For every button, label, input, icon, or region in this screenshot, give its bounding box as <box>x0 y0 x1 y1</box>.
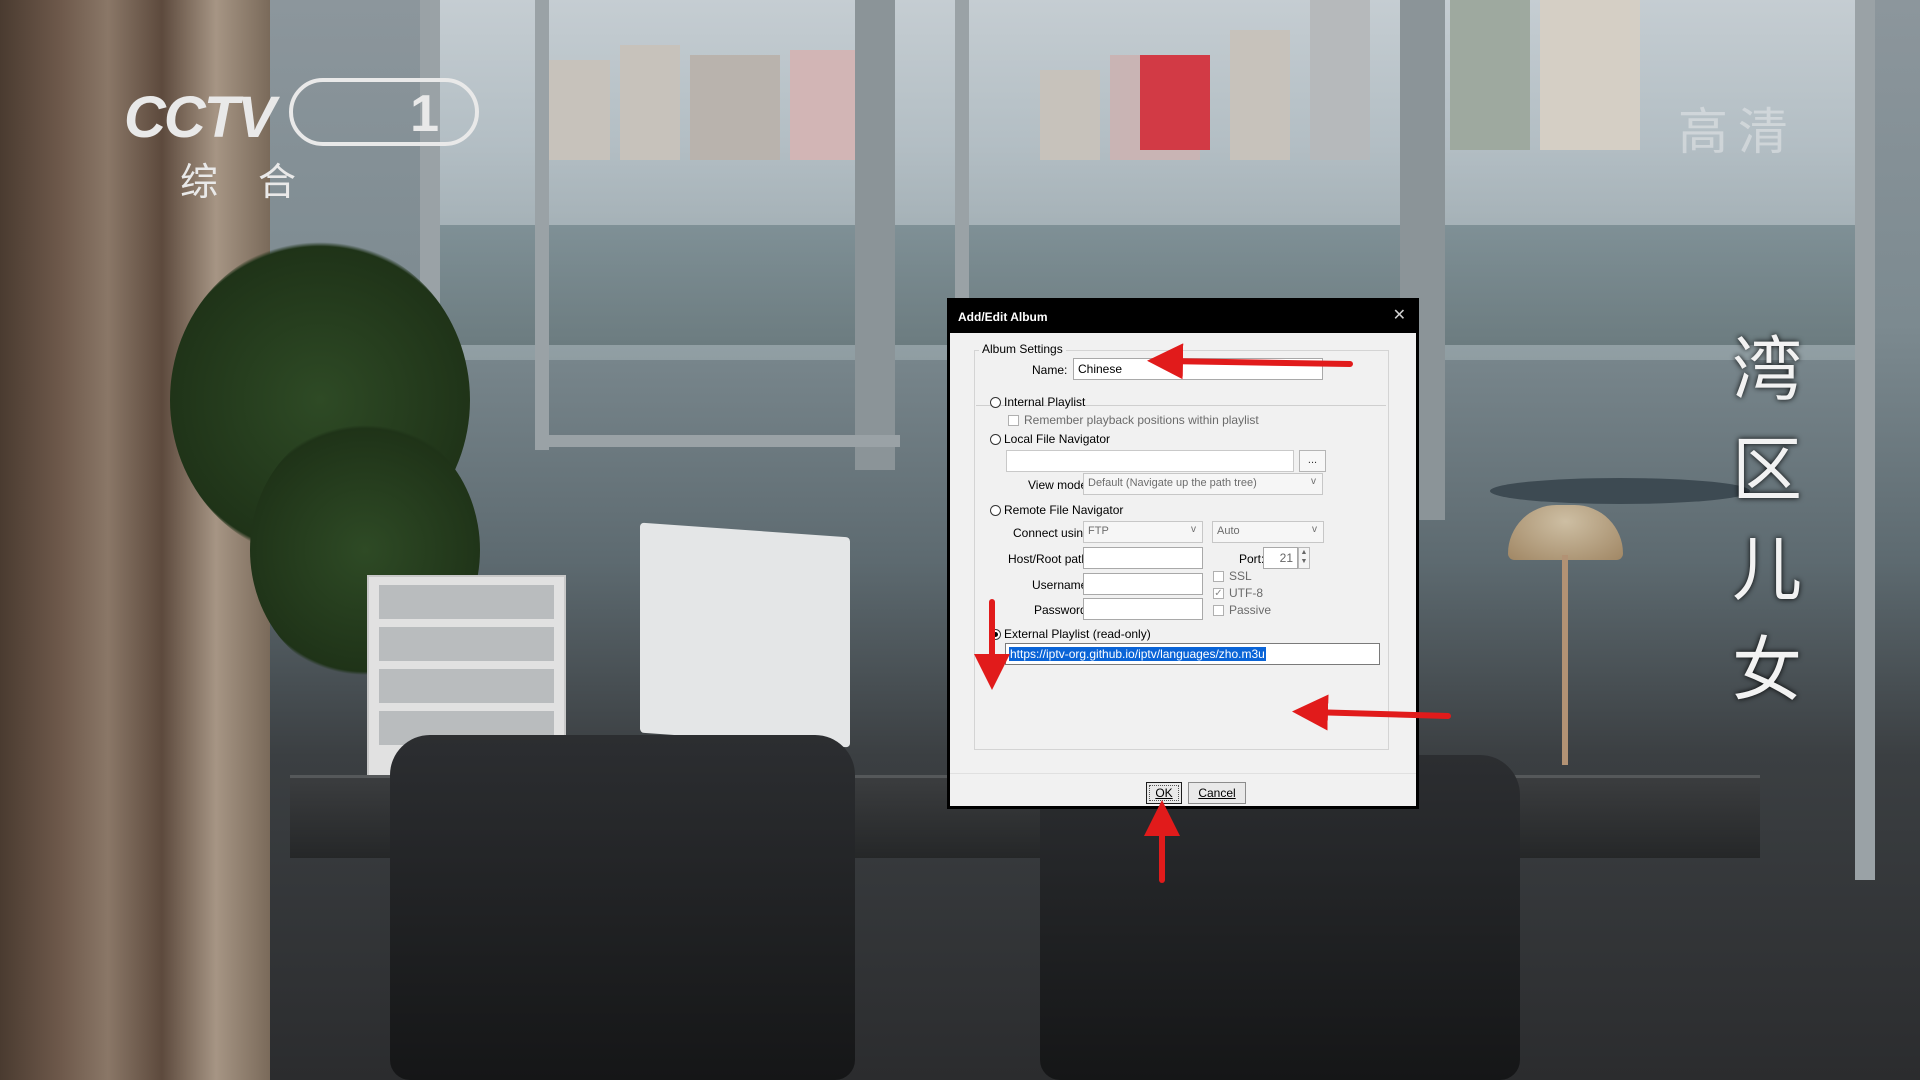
password-field[interactable] <box>1083 598 1203 620</box>
close-icon[interactable]: ✕ <box>1393 308 1406 324</box>
internal-playlist-radio[interactable] <box>990 397 1001 408</box>
local-path-field[interactable] <box>1006 450 1294 472</box>
ssl-checkbox[interactable] <box>1213 571 1224 582</box>
building <box>1450 0 1530 150</box>
local-file-navigator-label: Local File Navigator <box>1004 432 1111 446</box>
view-mode-value: Default (Navigate up the path tree) <box>1088 477 1257 489</box>
dialog-body: Album Settings Name: Chinese Internal Pl… <box>950 333 1416 773</box>
hd-badge: 高清 <box>1678 103 1798 161</box>
connect-mode-select[interactable]: Auto v <box>1212 521 1324 543</box>
window-frame <box>540 435 900 447</box>
name-field[interactable]: Chinese <box>1073 358 1323 380</box>
internal-playlist-label: Internal Playlist <box>1004 395 1086 409</box>
chevron-down-icon: v <box>1311 476 1316 487</box>
external-playlist-label: External Playlist (read-only) <box>1004 627 1151 641</box>
chair <box>390 735 855 1080</box>
desk-lamp-stem <box>1562 555 1568 765</box>
dialog-title: Add/Edit Album <box>958 310 1048 324</box>
building <box>1540 0 1640 150</box>
utf8-checkbox[interactable]: ✓ <box>1213 588 1224 599</box>
name-label: Name: <box>1032 363 1068 377</box>
album-settings-label: Album Settings <box>979 342 1066 356</box>
desk-lamp <box>1508 505 1623 560</box>
local-file-navigator-radio[interactable] <box>990 434 1001 445</box>
connect-using-label: Connect using: <box>1013 526 1094 540</box>
window-frame <box>855 0 895 470</box>
dialog-footer: OK Cancel <box>950 773 1416 806</box>
ssl-label: SSL <box>1229 569 1252 583</box>
cancel-button[interactable]: Cancel <box>1188 782 1246 804</box>
building <box>1040 70 1100 160</box>
password-label: Password: <box>1034 603 1091 617</box>
show-title-char: 儿 <box>1732 529 1802 611</box>
channel-number: 1 <box>289 78 479 146</box>
building <box>1310 0 1370 160</box>
username-label: Username: <box>1032 578 1091 592</box>
remote-file-navigator-radio[interactable] <box>990 505 1001 516</box>
host-root-label: Host/Root path: <box>1008 552 1092 566</box>
external-playlist-radio[interactable] <box>990 629 1001 640</box>
port-field[interactable]: 21 <box>1263 547 1298 569</box>
connect-mode-value: Auto <box>1217 525 1240 537</box>
view-mode-select[interactable]: Default (Navigate up the path tree) v <box>1083 473 1323 495</box>
host-root-field[interactable] <box>1083 547 1203 569</box>
show-title-char: 女 <box>1732 629 1802 711</box>
port-spinner[interactable]: ▲ ▼ <box>1298 547 1310 569</box>
building <box>540 60 610 160</box>
remote-file-navigator-label: Remote File Navigator <box>1004 503 1124 517</box>
external-playlist-url-text: https://iptv-org.github.io/iptv/language… <box>1009 647 1266 661</box>
dialog-titlebar: Add/Edit Album ✕ <box>950 301 1416 333</box>
channel-subtitle: 综合 <box>180 160 337 204</box>
building <box>790 50 860 160</box>
building <box>620 45 680 160</box>
connect-protocol-value: FTP <box>1088 525 1109 537</box>
monitor <box>640 522 850 748</box>
show-title-char: 区 <box>1732 429 1802 511</box>
utf8-label: UTF-8 <box>1229 586 1263 600</box>
passive-label: Passive <box>1229 603 1272 617</box>
window-frame <box>1855 0 1875 880</box>
building <box>690 55 780 160</box>
building <box>1230 30 1290 160</box>
show-title-char: 湾 <box>1732 329 1802 411</box>
view-mode-label: View mode: <box>1028 478 1091 492</box>
add-edit-album-dialog: Add/Edit Album ✕ Album Settings Name: Ch… <box>947 298 1419 809</box>
port-label: Port: <box>1239 552 1265 566</box>
channel-logo: CCTV 1 综合 <box>124 78 479 206</box>
external-playlist-url-field[interactable]: https://iptv-org.github.io/iptv/language… <box>1005 643 1380 665</box>
browse-button[interactable]: ... <box>1299 450 1326 472</box>
ok-button[interactable]: OK <box>1146 782 1182 804</box>
chevron-down-icon: v <box>1312 524 1317 535</box>
building <box>1140 55 1210 150</box>
window-frame <box>535 0 549 450</box>
chevron-down-icon: v <box>1191 524 1196 535</box>
passive-checkbox[interactable] <box>1213 605 1224 616</box>
remember-positions-label: Remember playback positions within playl… <box>1024 413 1259 427</box>
username-field[interactable] <box>1083 573 1203 595</box>
connect-protocol-select[interactable]: FTP v <box>1083 521 1203 543</box>
balcony-table <box>1490 478 1750 504</box>
show-title: 湾 区 儿 女 <box>1722 320 1812 720</box>
remember-positions-checkbox[interactable] <box>1008 415 1019 426</box>
window-frame <box>955 0 969 300</box>
